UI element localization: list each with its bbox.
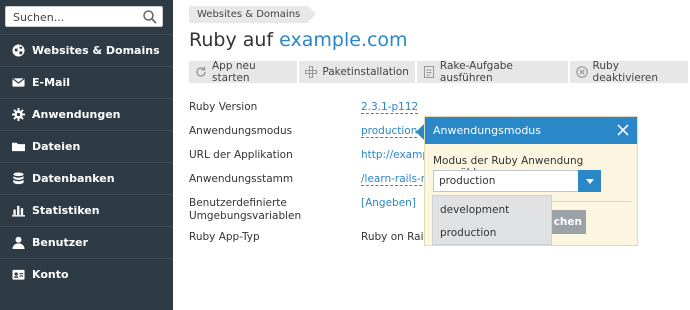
app-root-label: Anwendungsstamm	[189, 173, 294, 185]
disable-ruby-label: Ruby deaktivieren	[592, 60, 659, 84]
mode-dropdown-list: development production	[432, 195, 552, 245]
sidebar-item-label: Konto	[32, 268, 69, 281]
bar-chart-icon	[11, 204, 25, 218]
sidebar-item-statistiken[interactable]: Statistiken	[0, 194, 173, 226]
app-type-value: Ruby on Rails	[361, 231, 432, 243]
ruby-version-label: Ruby Version	[189, 101, 258, 113]
sidebar-item-label: Websites & Domains	[32, 44, 160, 57]
toolbar: App neu starten Paketinstallation Rake-A…	[189, 60, 690, 84]
page-title: Ruby auf example.com	[189, 29, 408, 51]
env-vars-specify-link[interactable]: [Angeben]	[361, 197, 416, 209]
document-icon	[423, 66, 435, 78]
chevron-down-icon	[585, 178, 594, 184]
user-icon	[11, 236, 25, 250]
dropdown-option-development[interactable]: development	[440, 204, 509, 216]
popover-arrow	[416, 124, 424, 140]
sidebar-item-email[interactable]: E-Mail	[0, 66, 173, 98]
dropdown-option-production[interactable]: production	[440, 227, 496, 239]
sidebar-item-websites-domains[interactable]: Websites & Domains	[0, 34, 173, 66]
mode-select[interactable]: production	[433, 170, 601, 192]
sidebar-item-label: Anwendungen	[32, 108, 121, 121]
sidebar-item-label: Dateien	[32, 140, 81, 153]
sidebar-item-label: Datenbanken	[32, 172, 115, 185]
mode-select-toggle[interactable]	[578, 170, 601, 192]
app-url-link[interactable]: http://examp	[361, 149, 429, 161]
app-mode-label: Anwendungsmodus	[189, 125, 293, 137]
package-install-button[interactable]: Paketinstallation	[299, 61, 417, 83]
package-install-label: Paketinstallation	[322, 66, 409, 78]
sidebar-item-datenbanken[interactable]: Datenbanken	[0, 162, 173, 194]
globe-icon	[11, 44, 25, 58]
restart-icon	[195, 66, 207, 78]
search-placeholder: Suchen...	[13, 11, 65, 24]
ruby-version-link[interactable]: 2.3.1-p112	[361, 101, 419, 114]
id-card-icon	[11, 268, 25, 282]
popover-action-button[interactable]: chen	[550, 210, 586, 234]
gear-icon	[11, 108, 25, 122]
sidebar-item-label: E-Mail	[32, 76, 70, 89]
sidebar-item-anwendungen[interactable]: Anwendungen	[0, 98, 173, 130]
page-title-prefix: Ruby auf	[189, 29, 274, 51]
sidebar-item-benutzer[interactable]: Benutzer	[0, 226, 173, 258]
sidebar: Suchen... Websites & Domains E-Mail Anwe…	[0, 0, 173, 310]
app-type-label: Ruby App-Typ	[189, 231, 260, 243]
app-url-label: URL der Applikation	[189, 149, 293, 161]
folder-icon	[11, 140, 25, 154]
mail-icon	[11, 76, 25, 90]
disable-ruby-button[interactable]: Ruby deaktivieren	[569, 60, 690, 84]
env-vars-label-line1: Benutzerdefinierte	[189, 197, 287, 209]
app-root-link[interactable]: /learn-rails-n	[361, 173, 428, 186]
rake-task-label: Rake-Aufgabe ausführen	[439, 60, 513, 84]
popover-title: Anwendungsmodus	[433, 124, 542, 137]
restart-app-button[interactable]: App neu starten	[189, 60, 300, 84]
search-input[interactable]: Suchen...	[5, 6, 163, 27]
rake-task-button[interactable]: Rake-Aufgabe ausführen	[416, 60, 570, 84]
sidebar-item-dateien[interactable]: Dateien	[0, 130, 173, 162]
sidebar-item-konto[interactable]: Konto	[0, 258, 173, 290]
plus-icon	[305, 66, 318, 78]
disable-icon	[575, 66, 588, 78]
close-icon[interactable]	[616, 123, 630, 137]
database-icon	[11, 172, 25, 186]
search-icon[interactable]	[142, 9, 158, 25]
sidebar-item-label: Statistiken	[32, 204, 100, 217]
env-vars-label-line2: Umgebungsvariablen	[189, 210, 302, 222]
popover-header: Anwendungsmodus	[425, 117, 637, 144]
page-title-domain-link[interactable]: example.com	[279, 29, 407, 51]
app-mode-link[interactable]: production	[361, 125, 418, 138]
popover-action-label-fragment: chen	[553, 216, 582, 228]
mode-select-value: production	[439, 175, 496, 187]
restart-app-label: App neu starten	[212, 60, 256, 84]
breadcrumb[interactable]: Websites & Domains	[189, 6, 317, 23]
sidebar-item-label: Benutzer	[32, 236, 89, 249]
